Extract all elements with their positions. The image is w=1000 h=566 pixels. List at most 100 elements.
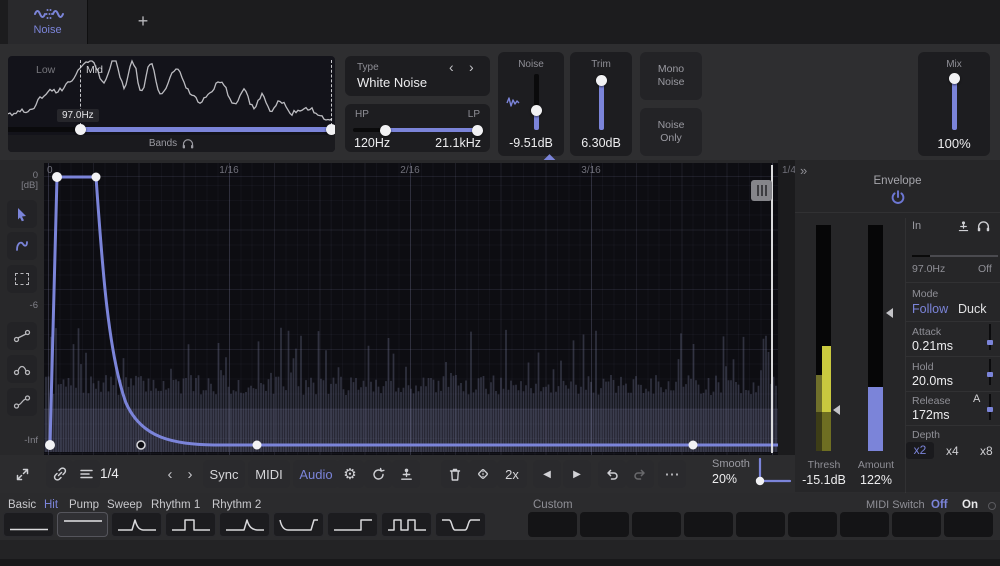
rate-value[interactable]: 1/4 [100,466,119,481]
smooth-mini-slider[interactable] [752,456,794,488]
clear-button[interactable] [441,460,469,488]
arc-segment-tool-button[interactable] [7,355,37,383]
band-end-line[interactable] [331,60,332,126]
filter-range-fill[interactable] [385,128,478,132]
in-freq-value[interactable]: 97.0Hz [912,263,945,275]
envelope-point[interactable] [253,441,262,450]
bands-strip[interactable]: Bands [8,135,335,152]
smooth-value[interactable]: 20% [712,472,737,486]
hold-value[interactable]: 20.0ms [912,374,953,388]
threshold-meter[interactable] [816,225,831,451]
audio-mode-button[interactable]: Audio [293,460,339,488]
settings-button[interactable]: ⚙ [336,460,364,488]
link-button[interactable] [46,460,74,488]
scurve-segment-tool-button[interactable] [7,388,37,416]
preset-cat-pump[interactable]: Pump [69,499,99,511]
custom-slot-9[interactable] [944,512,993,537]
midi-mode-button[interactable]: MIDI [248,460,290,488]
custom-slot-6[interactable] [788,512,837,537]
envelope-point[interactable] [45,440,55,450]
sync-mode-button[interactable]: Sync [203,460,245,488]
band-end-handle[interactable] [326,124,335,135]
trim-slider-handle[interactable] [596,75,607,86]
tab-noise[interactable]: Noise [8,0,88,44]
preset-shape-decay-rise[interactable] [273,512,324,537]
next-rate-icon[interactable]: › [180,460,200,488]
preset-cat-hit[interactable]: Hit [44,499,58,511]
envelope-point[interactable] [92,173,101,182]
preset-shape-spike[interactable] [111,512,162,537]
trim-value[interactable]: 6.30dB [570,136,632,150]
preset-shape-hit-decay[interactable] [219,512,270,537]
preset-shape-flat-high[interactable] [57,512,108,537]
attack-mini-slider[interactable] [989,324,991,350]
power-button[interactable] [889,189,907,207]
custom-slot-7[interactable] [840,512,889,537]
in-off-value[interactable]: Off [978,263,992,275]
preset-cat-basic[interactable]: Basic [8,499,36,511]
preset-cat-rhythm2[interactable]: Rhythm 2 [212,499,261,511]
redo-button[interactable] [626,460,654,488]
double-pattern-button[interactable]: 2x [497,460,527,488]
noise-slider-handle[interactable] [531,105,542,116]
lp-handle[interactable] [472,125,483,136]
hp-value[interactable]: 120Hz [354,136,390,150]
shift-left-button[interactable]: ◀ [533,460,561,488]
custom-slot-8[interactable] [892,512,941,537]
mode-duck-button[interactable]: Duck [958,302,986,316]
amount-marker[interactable] [886,308,893,318]
envelope-point[interactable] [52,172,62,182]
custom-slot-3[interactable] [632,512,681,537]
preset-cat-sweep[interactable]: Sweep [107,499,142,511]
listen-headphones-icon[interactable] [977,220,990,232]
sidechain-person-icon[interactable] [957,220,970,233]
midi-switch-off-button[interactable]: Off [931,499,948,511]
amount-meter[interactable] [868,225,883,451]
amount-value[interactable]: 122% [847,473,905,487]
release-value[interactable]: 172ms [912,408,950,422]
add-tab-button[interactable]: + [130,8,156,34]
prev-rate-icon[interactable]: ‹ [160,460,180,488]
custom-slot-5[interactable] [736,512,785,537]
band-split-handle[interactable] [75,124,86,135]
type-prev-icon[interactable]: ‹ [449,59,454,75]
depth-x8-button[interactable]: x8 [980,444,993,458]
noise-only-button[interactable]: Noise Only [640,108,702,156]
more-options-button[interactable]: ⋯ [658,460,686,488]
shift-right-button[interactable]: ▶ [563,460,591,488]
lp-value[interactable]: 21.1kHz [435,136,481,150]
release-auto-toggle[interactable]: A [973,393,980,405]
envelope-graph[interactable]: 0 1/16 2/16 3/16 [44,163,778,455]
mix-slider-handle[interactable] [949,73,960,84]
graph-drag-grip[interactable] [751,180,772,201]
preset-list-button[interactable] [72,460,100,488]
draw-tool-button[interactable] [7,232,37,260]
depth-x2-button[interactable]: x2 [906,442,934,459]
band-spectrum-panel[interactable]: Low Mid 97.0Hz Bands [8,56,335,152]
custom-slot-4[interactable] [684,512,733,537]
midi-switch-on-button[interactable]: On [962,499,978,511]
preset-cat-rhythm1[interactable]: Rhythm 1 [151,499,200,511]
preset-shape-step-up[interactable] [327,512,378,537]
threshold-marker[interactable] [833,405,840,415]
preset-shape-pulse[interactable] [165,512,216,537]
preset-shape-flat-low[interactable] [3,512,54,537]
preset-shape-notch[interactable] [435,512,486,537]
custom-slot-2[interactable] [580,512,629,537]
marquee-tool-button[interactable] [7,265,37,293]
cursor-tool-button[interactable] [7,200,37,228]
type-value[interactable]: White Noise [357,75,427,90]
thresh-value[interactable]: -15.1dB [795,473,853,487]
preset-shape-double-pulse[interactable] [381,512,432,537]
undo-button[interactable] [598,460,626,488]
expand-view-button[interactable] [8,460,36,488]
mix-value[interactable]: 100% [918,136,990,151]
mode-follow-button[interactable]: Follow [912,302,948,316]
mono-noise-button[interactable]: Mono Noise [640,52,702,100]
loop-end-marker[interactable] [771,165,773,453]
hp-handle[interactable] [380,125,391,136]
randomize-button[interactable] [469,460,497,488]
loop-button[interactable] [364,460,392,488]
attack-value[interactable]: 0.21ms [912,339,953,353]
noise-level-value[interactable]: -9.51dB [498,136,564,150]
